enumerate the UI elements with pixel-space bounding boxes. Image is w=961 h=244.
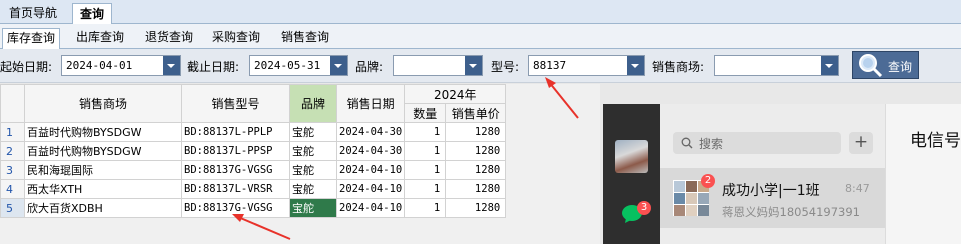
cell-mall[interactable]: 欣大百货XDBH — [24, 198, 182, 218]
conversation-preview: 蒋恩义妈妈18054197391 — [722, 205, 860, 219]
cell-brand-selected[interactable]: 宝舵 — [289, 198, 337, 218]
row-number: 2 — [0, 141, 25, 161]
cell-mall[interactable]: 百益时代购物BYSDGW — [24, 141, 182, 161]
tab-query[interactable]: 查询 — [72, 3, 112, 24]
chat-window: 3 搜索 + 2 成功小学|一1班 8:47 蒋恩义妈妈18054197391 … — [603, 104, 961, 244]
cell-model[interactable]: BD:88137G-VGSG — [181, 160, 290, 180]
table-row[interactable]: 3 民和海琨国际 BD:88137G-VGSG 宝舵 2024-04-10 1 … — [0, 160, 507, 180]
cell-price[interactable]: 1280 — [445, 141, 507, 161]
col-header-qty[interactable]: 数量 — [404, 103, 447, 123]
chat-list: 搜索 + 2 成功小学|一1班 8:47 蒋恩义妈妈18054197391 — [660, 104, 885, 244]
start-date-picker[interactable]: 2024-04-01 — [61, 55, 181, 76]
search-button[interactable]: 查询 — [852, 51, 919, 79]
model-label: 型号: — [491, 60, 520, 74]
cell-brand[interactable]: 宝舵 — [289, 179, 337, 199]
chevron-down-icon[interactable] — [163, 56, 180, 75]
cell-qty[interactable]: 1 — [404, 198, 447, 218]
cell-model[interactable]: BD:88137L-PPSP — [181, 141, 290, 161]
cell-qty[interactable]: 1 — [404, 122, 447, 142]
cell-date[interactable]: 2024-04-30 — [335, 122, 406, 142]
chat-pane-title: 电信号 — [910, 131, 961, 151]
conversation-time: 8:47 — [845, 182, 870, 195]
chat-pane: 电信号 — [885, 104, 961, 244]
cell-mall[interactable]: 西太华XTH — [24, 179, 182, 199]
row-number-header — [0, 84, 25, 123]
avatar[interactable] — [615, 140, 648, 173]
mall-select[interactable] — [714, 55, 839, 76]
cell-date[interactable]: 2024-04-10 — [335, 160, 406, 180]
col-group-year: 2024年 — [404, 84, 507, 104]
tab-return-query[interactable]: 退货查询 — [141, 28, 197, 49]
table-row[interactable]: 4 西太华XTH BD:88137L-VRSR 宝舵 2024-04-10 1 … — [0, 179, 507, 199]
row-number: 5 — [0, 198, 25, 218]
tab-outbound-query[interactable]: 出库查询 — [72, 28, 128, 49]
cell-brand[interactable]: 宝舵 — [289, 160, 337, 180]
table-row[interactable]: 2 百益时代购物BYSDGW BD:88137L-PPSP 宝舵 2024-04… — [0, 141, 507, 161]
tab-inventory-query[interactable]: 库存查询 — [2, 28, 61, 49]
cell-model[interactable]: BD:88137G-VGSG — [181, 198, 290, 218]
col-header-price[interactable]: 销售单价 — [445, 103, 507, 123]
filter-bar: 起始日期: 2024-04-01 截止日期: 2024-05-31 品牌: 型号… — [0, 49, 961, 83]
end-date-value: 2024-05-31 — [254, 59, 321, 72]
row-number: 3 — [0, 160, 25, 180]
cell-price[interactable]: 1280 — [445, 122, 507, 142]
cell-model[interactable]: BD:88137L-VRSR — [181, 179, 290, 199]
tab-purchase-query[interactable]: 采购查询 — [208, 28, 264, 49]
conversation-title: 成功小学|一1班 — [722, 183, 820, 199]
magnifier-icon — [859, 54, 883, 77]
start-date-value: 2024-04-01 — [66, 59, 133, 72]
chat-sidebar-rail: 3 — [603, 104, 660, 244]
tab-sales-query[interactable]: 销售查询 — [277, 28, 333, 49]
end-date-picker[interactable]: 2024-05-31 — [249, 55, 348, 76]
row-number: 1 — [0, 122, 25, 142]
table-row[interactable]: 1 百益时代购物BYSDGW BD:88137L-PPLP 宝舵 2024-04… — [0, 122, 507, 142]
col-header-mall[interactable]: 销售商场 — [24, 84, 182, 123]
top-tab-bar: 首页导航 查询 — [0, 0, 961, 24]
search-icon — [681, 137, 693, 149]
row-number: 4 — [0, 179, 25, 199]
cell-qty[interactable]: 1 — [404, 141, 447, 161]
cell-price[interactable]: 1280 — [445, 160, 507, 180]
col-header-model[interactable]: 销售型号 — [181, 84, 290, 123]
brand-select[interactable] — [393, 55, 483, 76]
search-button-label: 查询 — [888, 60, 913, 74]
search-input[interactable]: 搜索 — [673, 132, 841, 154]
mall-label: 销售商场: — [652, 60, 705, 74]
unread-badge: 3 — [637, 201, 651, 215]
search-placeholder: 搜索 — [699, 137, 724, 151]
chevron-down-icon[interactable] — [627, 56, 644, 75]
cell-date[interactable]: 2024-04-10 — [335, 198, 406, 218]
cell-mall[interactable]: 民和海琨国际 — [24, 160, 182, 180]
results-grid-area: 销售商场 销售型号 品牌 销售日期 2024年 数量 销售单价 1 百益时代购物… — [0, 84, 600, 244]
results-table: 销售商场 销售型号 品牌 销售日期 2024年 数量 销售单价 1 百益时代购物… — [0, 84, 507, 218]
add-button[interactable]: + — [849, 132, 873, 154]
brand-label: 品牌: — [355, 60, 384, 74]
col-header-brand[interactable]: 品牌 — [289, 84, 337, 123]
cell-price[interactable]: 1280 — [445, 198, 507, 218]
chevron-down-icon[interactable] — [465, 56, 482, 75]
cell-brand[interactable]: 宝舵 — [289, 141, 337, 161]
end-date-label: 截止日期: — [187, 60, 240, 74]
cell-price[interactable]: 1280 — [445, 179, 507, 199]
start-date-label: 起始日期: — [0, 60, 53, 74]
chevron-down-icon[interactable] — [330, 56, 347, 75]
cell-date[interactable]: 2024-04-30 — [335, 141, 406, 161]
chevron-down-icon[interactable] — [821, 56, 838, 75]
tab-home-nav[interactable]: 首页导航 — [2, 3, 64, 24]
unread-badge: 2 — [701, 174, 715, 188]
col-header-date[interactable]: 销售日期 — [335, 84, 406, 123]
table-row-selected[interactable]: 5 欣大百货XDBH BD:88137G-VGSG 宝舵 2024-04-10 … — [0, 198, 507, 218]
model-input[interactable]: 88137 — [528, 55, 645, 76]
cell-qty[interactable]: 1 — [404, 179, 447, 199]
cell-brand[interactable]: 宝舵 — [289, 122, 337, 142]
cell-model[interactable]: BD:88137L-PPLP — [181, 122, 290, 142]
cell-qty[interactable]: 1 — [404, 160, 447, 180]
sub-tab-bar: 库存查询 出库查询 退货查询 采购查询 销售查询 — [0, 24, 961, 49]
model-value: 88137 — [533, 59, 567, 72]
cell-mall[interactable]: 百益时代购物BYSDGW — [24, 122, 182, 142]
list-item[interactable]: 2 成功小学|一1班 8:47 蒋恩义妈妈18054197391 — [660, 168, 885, 228]
cell-date[interactable]: 2024-04-10 — [335, 179, 406, 199]
